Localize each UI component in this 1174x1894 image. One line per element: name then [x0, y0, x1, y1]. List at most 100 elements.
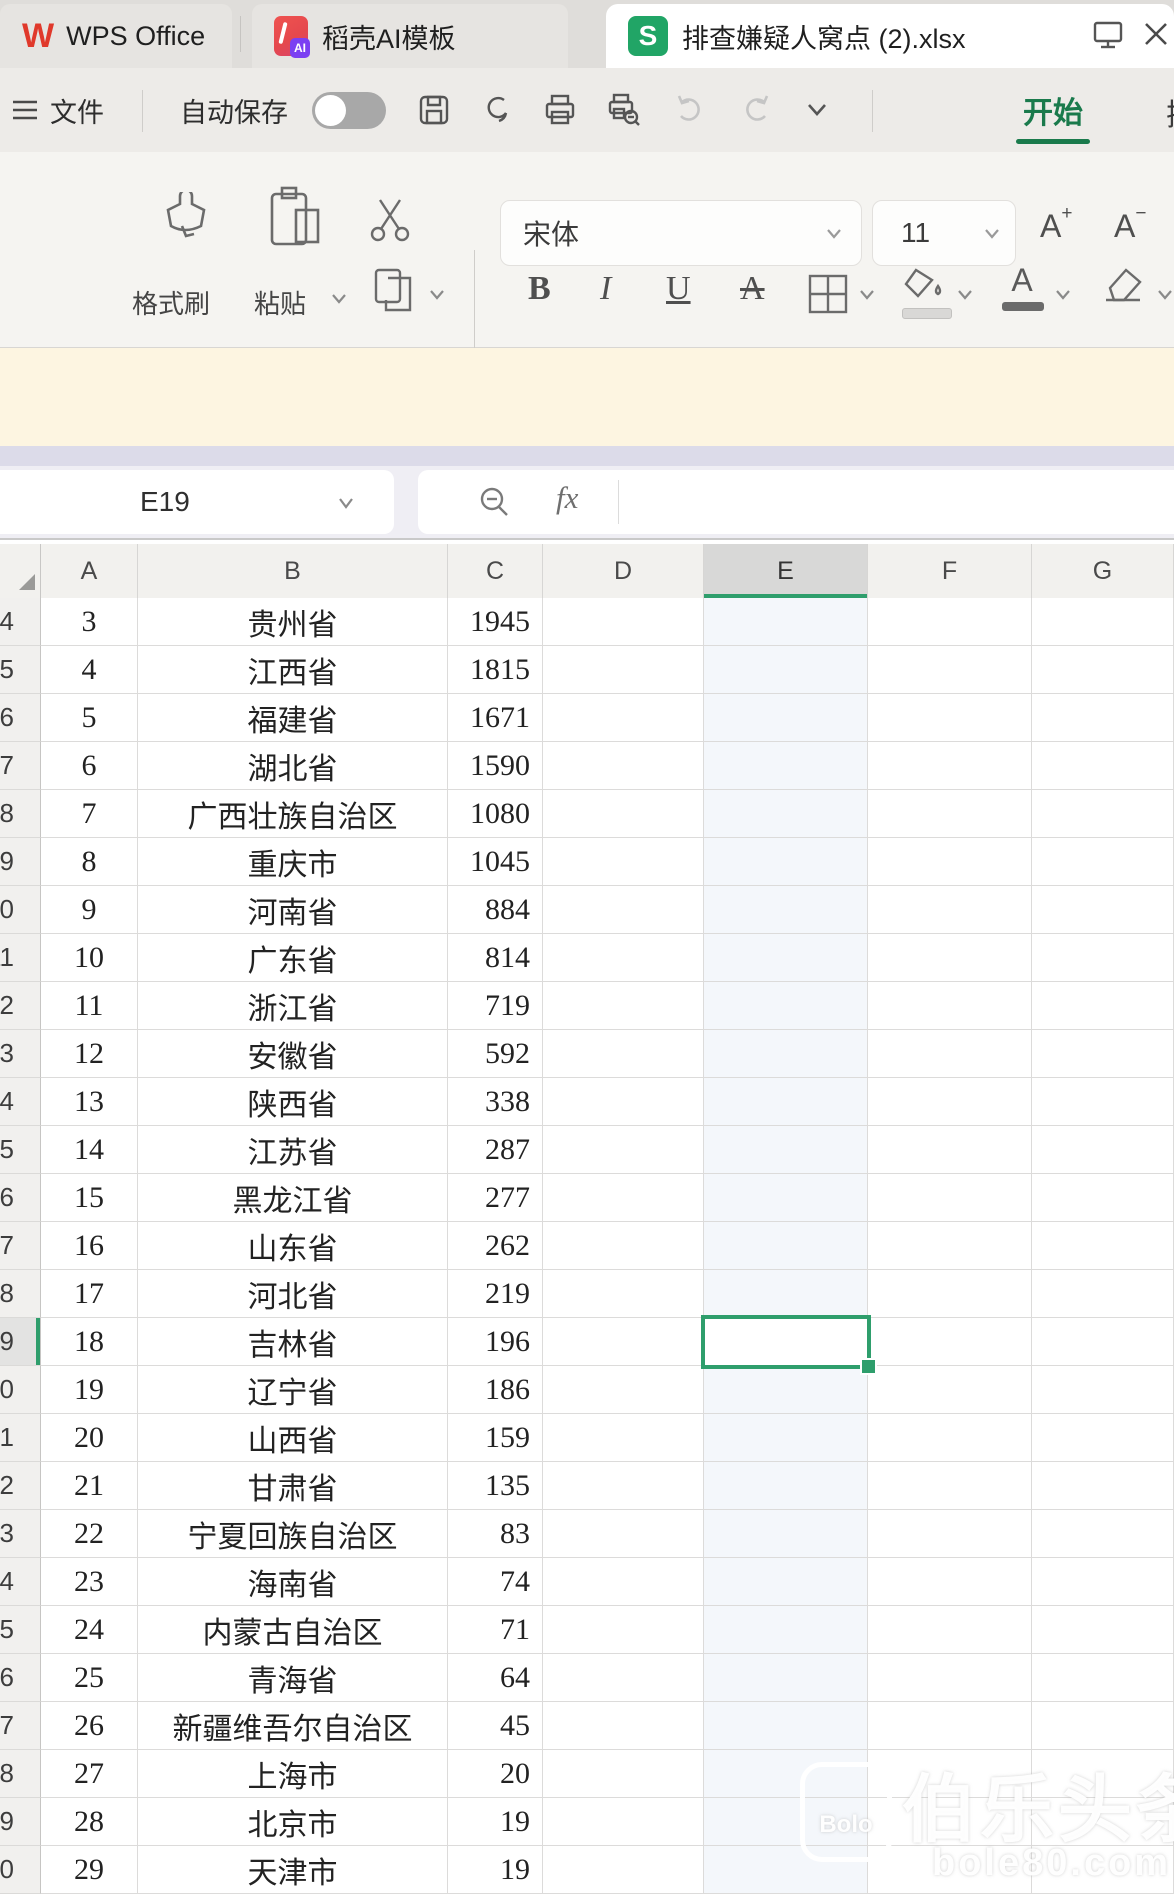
cell-B15[interactable]: 江苏省: [138, 1126, 448, 1174]
row-header-20[interactable]: 20: [0, 1366, 41, 1414]
cell-A16[interactable]: 15: [41, 1174, 138, 1222]
paste-chevron-icon[interactable]: [330, 292, 348, 306]
cell-D22[interactable]: [543, 1462, 704, 1510]
cell-D6[interactable]: [543, 694, 704, 742]
cell-A4[interactable]: 3: [41, 598, 138, 646]
cell-G13[interactable]: [1032, 1030, 1174, 1078]
increase-font-button[interactable]: A+: [1040, 208, 1072, 245]
cell-E28[interactable]: [704, 1750, 868, 1798]
cell-G22[interactable]: [1032, 1462, 1174, 1510]
cell-F28[interactable]: [868, 1750, 1032, 1798]
row-header-10[interactable]: 10: [0, 886, 41, 934]
more-commands-chevron[interactable]: [800, 98, 840, 138]
cell-E16[interactable]: [704, 1174, 868, 1222]
cell-B12[interactable]: 浙江省: [138, 982, 448, 1030]
font-name-chevron-icon[interactable]: [825, 227, 843, 241]
cell-A5[interactable]: 4: [41, 646, 138, 694]
row-header-18[interactable]: 18: [0, 1270, 41, 1318]
cell-D8[interactable]: [543, 790, 704, 838]
cell-F25[interactable]: [868, 1606, 1032, 1654]
select-all-corner[interactable]: [0, 544, 41, 598]
cell-B23[interactable]: 宁夏回族自治区: [138, 1510, 448, 1558]
cell-F24[interactable]: [868, 1558, 1032, 1606]
cell-G28[interactable]: [1032, 1750, 1174, 1798]
column-header-E[interactable]: E: [704, 544, 868, 598]
cell-C15[interactable]: 287: [448, 1126, 543, 1174]
ribbon-tab-next-partial[interactable]: 插入: [1166, 90, 1174, 130]
font-name-combo[interactable]: 宋体: [500, 200, 862, 266]
row-header-21[interactable]: 21: [0, 1414, 41, 1462]
cell-F10[interactable]: [868, 886, 1032, 934]
cell-C23[interactable]: 83: [448, 1510, 543, 1558]
cell-D28[interactable]: [543, 1750, 704, 1798]
cell-D20[interactable]: [543, 1366, 704, 1414]
cell-G4[interactable]: [1032, 598, 1174, 646]
cell-A15[interactable]: 14: [41, 1126, 138, 1174]
cell-A29[interactable]: 28: [41, 1798, 138, 1846]
cell-F7[interactable]: [868, 742, 1032, 790]
cell-A25[interactable]: 24: [41, 1606, 138, 1654]
cell-F9[interactable]: [868, 838, 1032, 886]
cell-A19[interactable]: 18: [41, 1318, 138, 1366]
cell-C7[interactable]: 1590: [448, 742, 543, 790]
cell-A20[interactable]: 19: [41, 1366, 138, 1414]
row-header-16[interactable]: 16: [0, 1174, 41, 1222]
cell-A8[interactable]: 7: [41, 790, 138, 838]
cell-G15[interactable]: [1032, 1126, 1174, 1174]
cell-D21[interactable]: [543, 1414, 704, 1462]
cell-G29[interactable]: [1032, 1798, 1174, 1846]
cell-D26[interactable]: [543, 1654, 704, 1702]
row-header-11[interactable]: 11: [0, 934, 41, 982]
cell-G21[interactable]: [1032, 1414, 1174, 1462]
cell-E24[interactable]: [704, 1558, 868, 1606]
row-header-24[interactable]: 24: [0, 1558, 41, 1606]
cell-E6[interactable]: [704, 694, 868, 742]
print-preview-button[interactable]: [604, 90, 644, 130]
cell-B8[interactable]: 广西壮族自治区: [138, 790, 448, 838]
cell-F26[interactable]: [868, 1654, 1032, 1702]
cell-B11[interactable]: 广东省: [138, 934, 448, 982]
cell-E18[interactable]: [704, 1270, 868, 1318]
cell-B4[interactable]: 贵州省: [138, 598, 448, 646]
cell-A24[interactable]: 23: [41, 1558, 138, 1606]
cell-B21[interactable]: 山西省: [138, 1414, 448, 1462]
cell-G10[interactable]: [1032, 886, 1174, 934]
cell-C28[interactable]: 20: [448, 1750, 543, 1798]
cell-D10[interactable]: [543, 886, 704, 934]
cell-C18[interactable]: 219: [448, 1270, 543, 1318]
paste-label[interactable]: 粘贴: [254, 284, 306, 321]
undo-button[interactable]: [670, 90, 710, 130]
cell-F12[interactable]: [868, 982, 1032, 1030]
font-size-chevron-icon[interactable]: [983, 227, 1001, 241]
cell-D14[interactable]: [543, 1078, 704, 1126]
cell-E17[interactable]: [704, 1222, 868, 1270]
name-box-chevron-icon[interactable]: [336, 496, 356, 511]
fill-handle[interactable]: [860, 1358, 877, 1375]
cell-G11[interactable]: [1032, 934, 1174, 982]
cell-E11[interactable]: [704, 934, 868, 982]
cell-D7[interactable]: [543, 742, 704, 790]
cell-C27[interactable]: 45: [448, 1702, 543, 1750]
paste-icon[interactable]: [262, 184, 326, 254]
cell-A21[interactable]: 20: [41, 1414, 138, 1462]
column-header-A[interactable]: A: [41, 544, 138, 598]
cell-D24[interactable]: [543, 1558, 704, 1606]
font-size-combo[interactable]: 11: [872, 200, 1016, 266]
cell-A11[interactable]: 10: [41, 934, 138, 982]
print-button[interactable]: [540, 90, 580, 130]
cell-F6[interactable]: [868, 694, 1032, 742]
cell-E20[interactable]: [704, 1366, 868, 1414]
clear-format-chevron-icon[interactable]: [1156, 288, 1174, 302]
export-icon[interactable]: [476, 90, 516, 130]
row-header-14[interactable]: 14: [0, 1078, 41, 1126]
cell-F18[interactable]: [868, 1270, 1032, 1318]
cell-F22[interactable]: [868, 1462, 1032, 1510]
cell-C30[interactable]: 19: [448, 1846, 543, 1894]
cell-A12[interactable]: 11: [41, 982, 138, 1030]
cell-A27[interactable]: 26: [41, 1702, 138, 1750]
cell-B30[interactable]: 天津市: [138, 1846, 448, 1894]
redo-button[interactable]: [736, 90, 776, 130]
cell-C9[interactable]: 1045: [448, 838, 543, 886]
cell-C21[interactable]: 159: [448, 1414, 543, 1462]
cell-E29[interactable]: [704, 1798, 868, 1846]
